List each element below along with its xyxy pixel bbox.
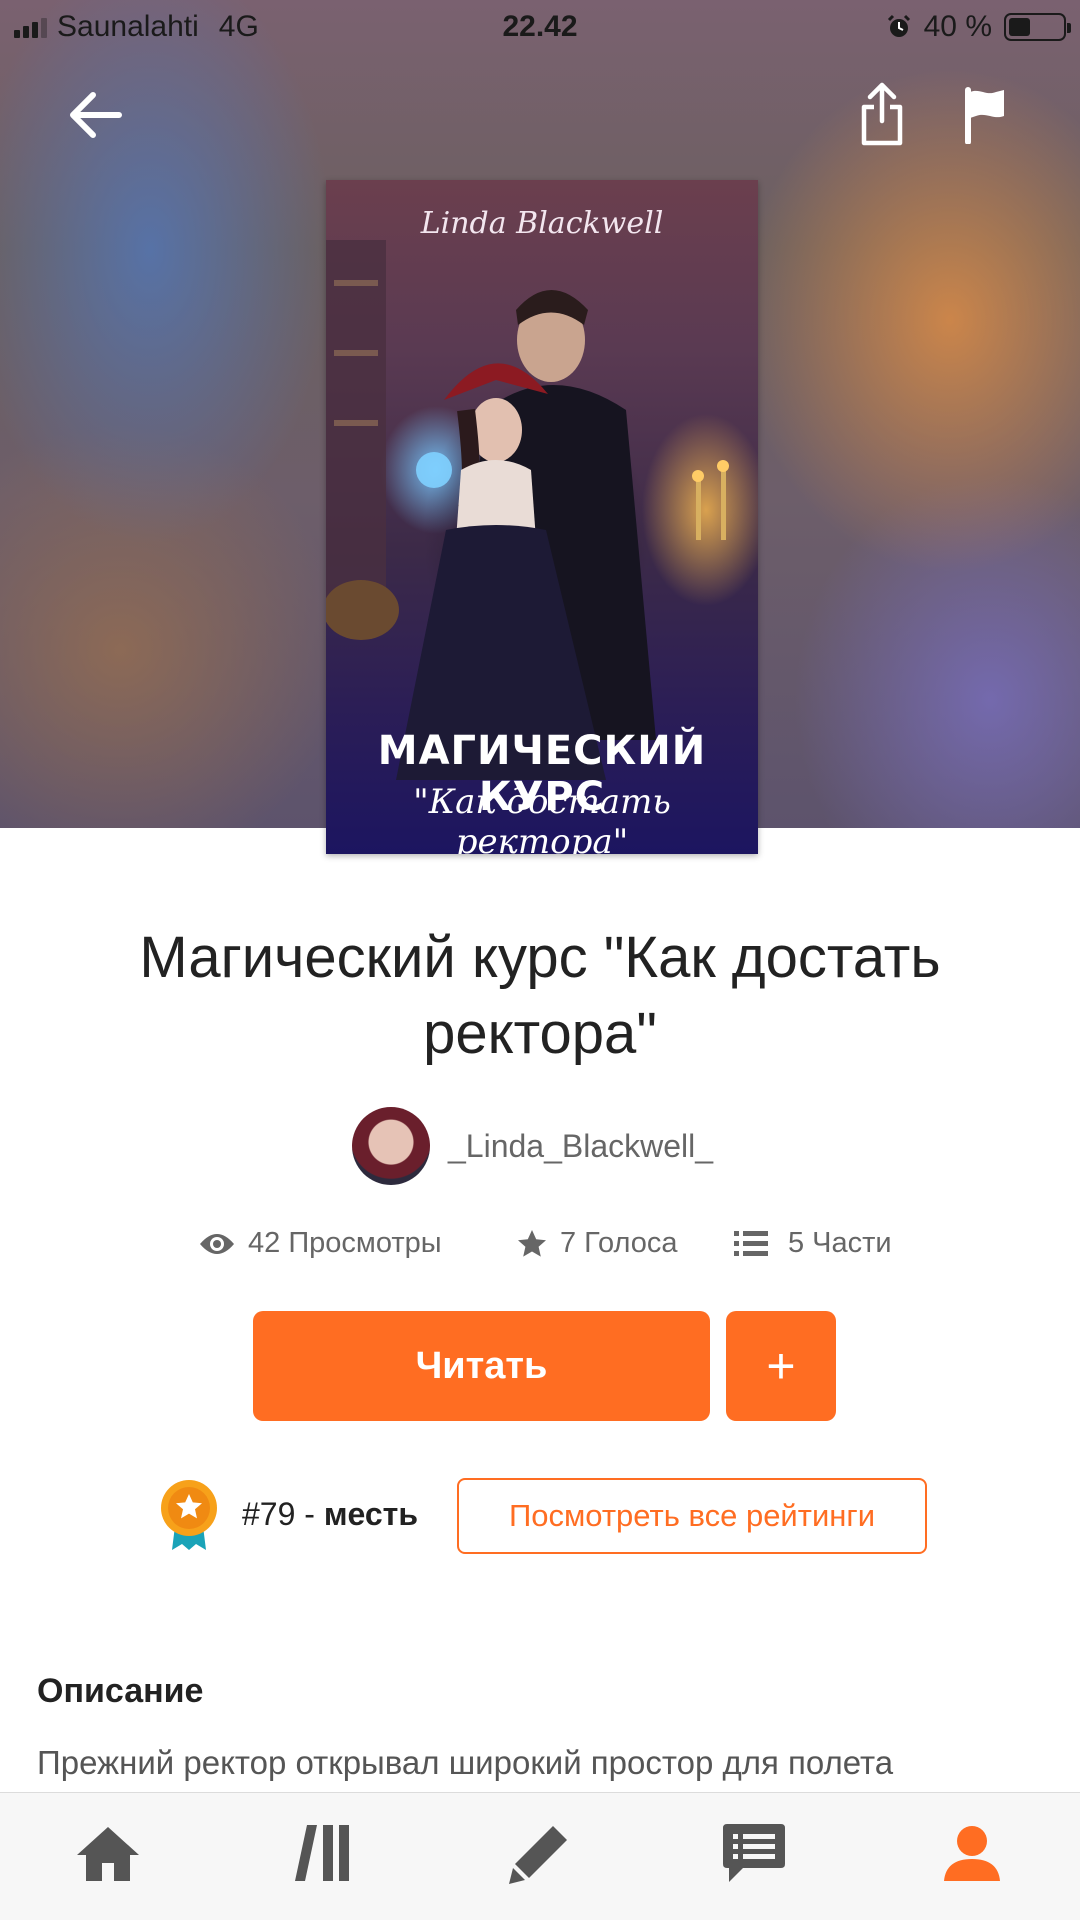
nav-profile[interactable]	[932, 1813, 1012, 1893]
report-button[interactable]	[958, 80, 1014, 150]
rank-separator: -	[295, 1495, 324, 1532]
battery-percent: 40 %	[923, 10, 992, 43]
share-icon	[861, 82, 903, 146]
eye-icon	[200, 1233, 234, 1254]
profile-icon	[944, 1826, 1000, 1881]
ranking-row: #79 - месть	[158, 1478, 418, 1550]
rank-number: #79	[242, 1495, 296, 1532]
description-text: Прежний ректор открывал широкий простор …	[37, 1744, 894, 1781]
author-link[interactable]: _Linda_Blackwell_	[352, 1107, 713, 1185]
back-button[interactable]	[60, 80, 130, 150]
battery-icon	[1004, 13, 1071, 41]
flag-icon	[965, 87, 1004, 144]
bottom-navigation	[0, 1792, 1080, 1920]
rank-tag: месть	[323, 1495, 419, 1532]
list-icon	[734, 1230, 768, 1256]
views-count: 42 Просмотры	[248, 1227, 442, 1259]
votes-stat: 7 Голоса	[516, 1227, 677, 1260]
star-icon	[518, 1229, 546, 1257]
parts-stat: 5 Части	[734, 1227, 892, 1260]
read-button[interactable]: Читать	[253, 1311, 710, 1421]
nav-write[interactable]	[500, 1813, 580, 1893]
arrow-left-icon	[70, 92, 122, 138]
author-avatar[interactable]	[352, 1107, 430, 1185]
add-to-library-button[interactable]: +	[726, 1311, 836, 1421]
description-heading: Описание	[37, 1672, 204, 1710]
view-all-rankings-button[interactable]: Посмотреть все рейтинги	[457, 1478, 927, 1554]
views-stat: 42 Просмотры	[198, 1227, 442, 1260]
share-button[interactable]	[846, 74, 918, 154]
stats-row: 42 Просмотры 7 Голоса 5 Части	[0, 1227, 1080, 1271]
cover-author: Linda Blackwell	[420, 206, 664, 241]
author-name[interactable]: _Linda_Blackwell_	[448, 1128, 713, 1165]
library-icon	[295, 1825, 349, 1881]
book-cover[interactable]: Linda Blackwell МАГИЧЕСКИЙ КУРС "Как дос…	[326, 180, 758, 854]
rank-badge-icon	[161, 1480, 217, 1550]
book-title: Магический курс "Как достать ректора"	[139, 925, 941, 1066]
messages-icon	[723, 1824, 785, 1882]
votes-count: 7 Голоса	[560, 1227, 678, 1259]
nav-home[interactable]	[68, 1813, 148, 1893]
home-icon	[77, 1827, 139, 1881]
status-bar: Saunalahti 4G 22.42 40 %	[0, 0, 1080, 56]
nav-messages[interactable]	[714, 1813, 794, 1893]
alarm-icon	[887, 14, 910, 37]
nav-library[interactable]	[284, 1813, 364, 1893]
cover-subtitle: "Как достать ректора"	[413, 782, 671, 854]
pencil-icon	[509, 1826, 567, 1884]
parts-count: 5 Части	[788, 1227, 892, 1259]
